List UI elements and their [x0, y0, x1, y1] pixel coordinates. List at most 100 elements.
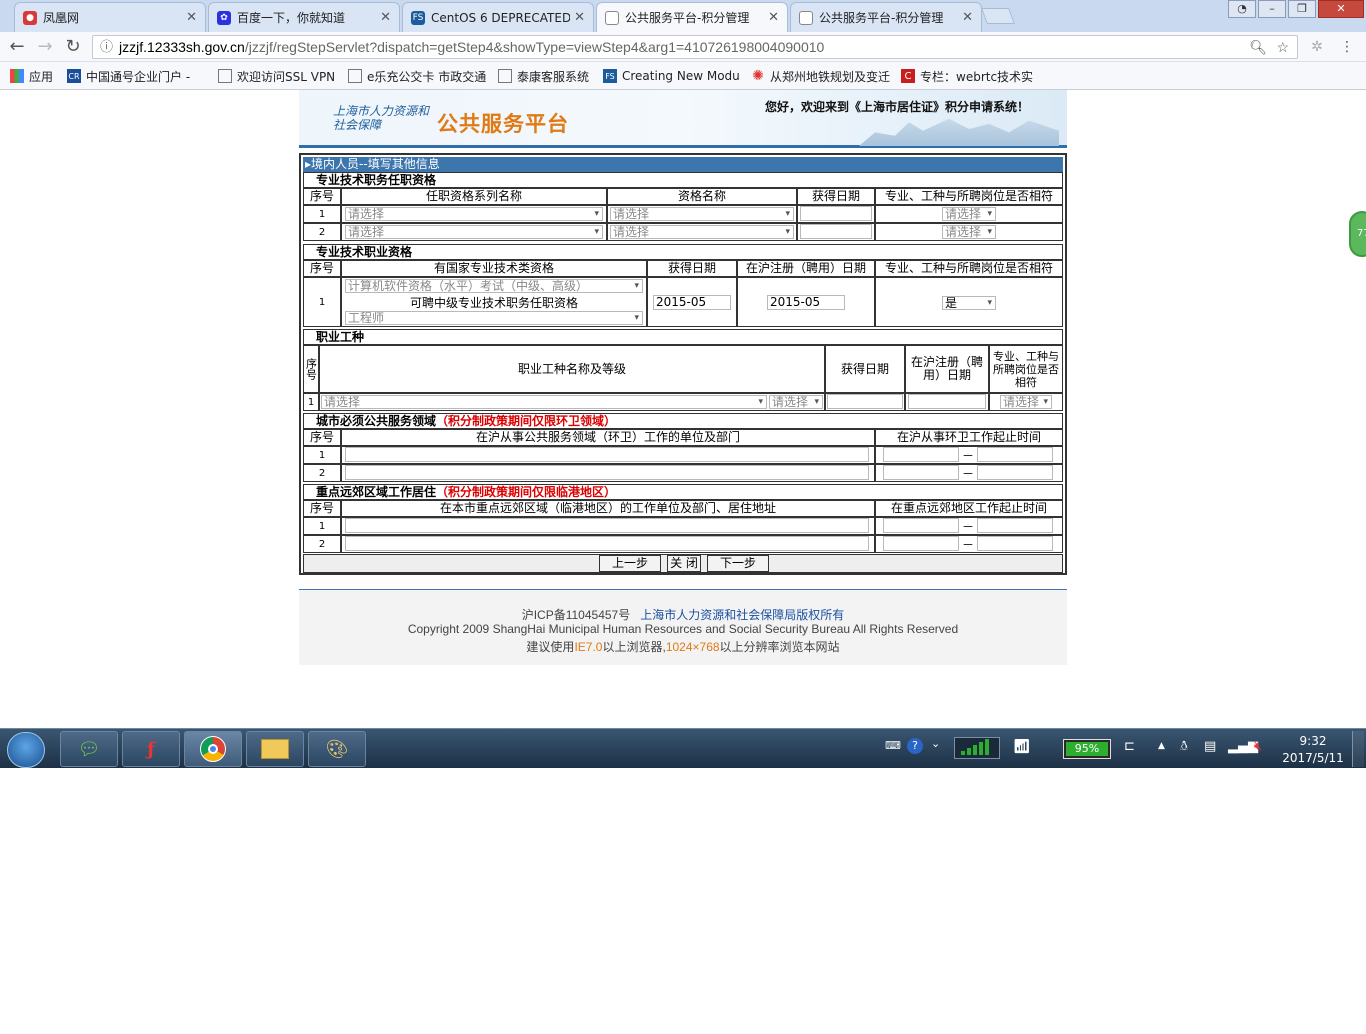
info-icon[interactable]: ⓘ: [100, 36, 113, 58]
occupation-select[interactable]: 请选择: [321, 395, 767, 409]
close-icon[interactable]: ✕: [962, 10, 973, 25]
file-explorer-icon[interactable]: [246, 731, 304, 767]
start-date-input[interactable]: [883, 447, 959, 462]
sanitation-unit-input[interactable]: [345, 465, 869, 480]
tab-phoenix[interactable]: ● 凤凰网 ✕: [14, 2, 206, 32]
address-bar[interactable]: ⓘ jzzjf.12333sh.gov.cn/jzzjf/regStepServ…: [92, 35, 1298, 59]
flash-player-icon[interactable]: ƒ: [122, 731, 180, 767]
occupation-date-input[interactable]: [827, 394, 903, 409]
close-icon[interactable]: ✕: [186, 10, 197, 25]
series-select[interactable]: 请选择: [345, 207, 603, 221]
tab-centos[interactable]: FS CentOS 6 DEPRECATED ✕: [402, 2, 594, 32]
bookmark-zhengzhou[interactable]: ✺ 从郑州地铁规划及变迁: [751, 66, 891, 86]
fs-icon: FS: [603, 69, 617, 83]
extension-icon[interactable]: ✲: [1306, 37, 1328, 57]
bookmark-label: Creating New Modu: [622, 69, 740, 83]
volume-muted-icon[interactable]: 🔇︎: [1254, 739, 1262, 779]
series-select[interactable]: 请选择: [345, 225, 603, 239]
bookmark-webrtc[interactable]: C 专栏：webrtc技术实: [901, 66, 1041, 86]
close-icon[interactable]: ✕: [380, 10, 391, 25]
network-signal-widget[interactable]: [954, 737, 1000, 759]
clipboard-icon[interactable]: ▤: [1204, 739, 1216, 779]
section-title: 重点远郊区域工作居住: [316, 485, 437, 499]
browser-suggestion: 建议使用IE7.0以上浏览器,1024×768以上分辨率浏览本网站: [299, 638, 1067, 655]
registration-date-input[interactable]: 2015-05: [767, 295, 845, 310]
bookmark-vpn[interactable]: 欢迎访问SSL VPN: [218, 66, 340, 86]
tab-baidu[interactable]: ✿ 百度一下，你就知道 ✕: [208, 2, 400, 32]
phoenix-icon: ●: [23, 10, 37, 25]
city-skyline-image: [859, 118, 1059, 146]
ie-version: IE7.0: [574, 640, 603, 654]
chrome-icon[interactable]: [184, 731, 242, 767]
row-number: 1: [303, 517, 341, 535]
minimize-button[interactable]: –: [1258, 0, 1286, 18]
zoom-icon[interactable]: 🔍︎: [1249, 36, 1267, 58]
close-icon[interactable]: ✕: [574, 10, 585, 25]
row-number: 1: [303, 446, 341, 464]
paint-icon[interactable]: 🎨︎: [308, 731, 366, 767]
occupation-reg-date-input[interactable]: [908, 394, 986, 409]
date-input[interactable]: [800, 206, 872, 221]
show-desktop-button[interactable]: [1352, 731, 1364, 767]
match-select[interactable]: 请选择: [942, 225, 996, 239]
match-select[interactable]: 是: [942, 296, 996, 310]
wifi-tower-icon[interactable]: 📶︎: [1013, 739, 1031, 779]
reload-button[interactable]: ↻: [62, 37, 84, 57]
end-date-input[interactable]: [977, 518, 1053, 533]
bookmark-creating-module[interactable]: FS Creating New Modu: [603, 66, 741, 86]
obtained-date-input[interactable]: 2015-05: [653, 295, 731, 310]
match-select[interactable]: 请选择: [1000, 395, 1052, 409]
tab-points-active[interactable]: 公共服务平台-积分管理 ✕: [596, 2, 788, 32]
wechat-icon[interactable]: 💬︎: [60, 731, 118, 767]
new-tab-button[interactable]: [981, 8, 1015, 24]
battery-indicator[interactable]: 95%: [1063, 739, 1111, 759]
end-date-input[interactable]: [977, 447, 1053, 462]
floating-badge[interactable]: 77: [1349, 211, 1366, 257]
start-date-input[interactable]: [883, 465, 959, 480]
suburb-unit-input[interactable]: [345, 536, 869, 551]
next-step-button[interactable]: 下一步: [707, 555, 769, 572]
suburb-unit-input[interactable]: [345, 518, 869, 533]
document-icon: [218, 69, 232, 83]
help-icon[interactable]: ?: [907, 738, 923, 754]
start-date-input[interactable]: [883, 536, 959, 551]
forward-button[interactable]: →: [34, 37, 56, 57]
bookmark-ecard[interactable]: e乐充公交卡 市政交通: [348, 66, 488, 86]
bookmark-apps[interactable]: 应用: [10, 66, 60, 86]
qualification-text: 可聘中级专业技术职务任职资格: [409, 296, 578, 310]
col-header: 在沪从事环卫工作起止时间: [875, 429, 1063, 446]
copyright-owner-link[interactable]: 上海市人力资源和社会保障局版权所有: [640, 608, 844, 622]
power-plug-icon[interactable]: ⊏: [1124, 739, 1135, 779]
tray-expand-icon[interactable]: ⌄: [931, 737, 940, 777]
tab-points[interactable]: 公共服务平台-积分管理 ✕: [790, 2, 982, 32]
end-date-input[interactable]: [977, 465, 1053, 480]
bookmark-star-icon[interactable]: ☆: [1276, 36, 1289, 58]
qq-penguin-icon[interactable]: 🐧︎: [1180, 739, 1188, 779]
date-input[interactable]: [800, 224, 872, 239]
apps-grid-icon: [10, 69, 24, 83]
prev-step-button[interactable]: 上一步: [599, 555, 661, 572]
national-qualification-select[interactable]: 计算机软件资格（水平）考试（中级、高级）: [345, 279, 643, 293]
maximize-button[interactable]: ❐: [1288, 0, 1316, 18]
bookmark-taikang[interactable]: 泰康客服系统: [498, 66, 594, 86]
qualification-select[interactable]: 请选择: [610, 225, 794, 239]
system-clock[interactable]: 9:32 2017/5/11: [1280, 733, 1346, 767]
menu-icon[interactable]: ⋮: [1336, 37, 1358, 57]
occupation-level-select[interactable]: 请选择: [769, 395, 823, 409]
level-select[interactable]: 工程师: [345, 311, 643, 325]
end-date-input[interactable]: [977, 536, 1053, 551]
start-date-input[interactable]: [883, 518, 959, 533]
col-header: 专业、工种与所聘岗位是否相符: [989, 345, 1063, 393]
close-button[interactable]: 关 闭: [667, 555, 701, 572]
user-profile-icon[interactable]: ◔: [1228, 0, 1256, 18]
ime-icon[interactable]: ⌨: [885, 739, 901, 779]
start-button[interactable]: [7, 732, 45, 768]
qualification-select[interactable]: 请选择: [610, 207, 794, 221]
window-close-button[interactable]: ✕: [1318, 0, 1364, 18]
back-button[interactable]: ←: [6, 37, 28, 57]
sanitation-unit-input[interactable]: [345, 447, 869, 462]
match-select[interactable]: 请选择: [942, 207, 996, 221]
show-hidden-icons[interactable]: ▲: [1158, 741, 1165, 781]
bookmark-crsc[interactable]: CR 中国通号企业门户 -: [67, 66, 207, 86]
close-icon[interactable]: ✕: [768, 10, 779, 25]
